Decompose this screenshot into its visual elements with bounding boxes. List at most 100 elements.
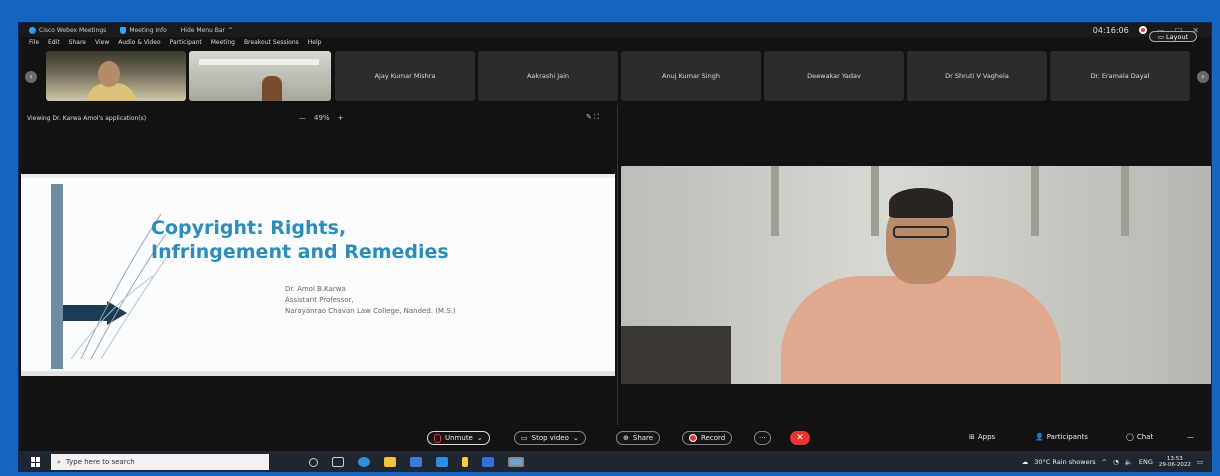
active-speaker-video[interactable] (621, 166, 1211, 384)
view-options: ✎ ⛶ (586, 113, 599, 122)
system-clock[interactable]: 13:53 29-06-2022 (1159, 456, 1191, 468)
unmute-label: Unmute (445, 434, 473, 442)
weather-icon: ☁ (1021, 458, 1029, 466)
chat-label: Chat (1136, 433, 1154, 441)
meeting-info-button[interactable]: Meeting Info (120, 26, 167, 34)
zoom-out-button[interactable]: — (299, 114, 306, 122)
clock-date: 29-06-2022 (1158, 462, 1191, 468)
stop-video-button[interactable]: ▭ Stop video ⌄ (514, 431, 586, 445)
participants-button[interactable]: 👤 Participants (1035, 433, 1088, 441)
annotate-icon[interactable]: ✎ (586, 113, 592, 121)
shield-icon (120, 26, 127, 34)
title-bar: Cisco Webex Meetings Meeting Info Hide M… (19, 23, 1211, 37)
app-title: Cisco Webex Meetings (29, 26, 106, 34)
participant-tile[interactable]: Anuj Kumar Singh (621, 51, 761, 101)
app-icon[interactable] (482, 457, 494, 467)
file-explorer-icon[interactable] (384, 457, 396, 467)
record-button[interactable]: Record (682, 431, 733, 445)
slide-author: Dr. Amol B.Karwa (285, 285, 346, 293)
tray-chevron-up-icon[interactable]: ^ (1102, 458, 1107, 466)
app-icon[interactable] (462, 457, 468, 467)
meeting-controls: Unmute ⌄ ▭ Stop video ⌄ ⊕ Share Record ·… (19, 427, 1211, 449)
language-indicator[interactable]: ENG (1139, 458, 1153, 466)
apps-button[interactable]: ⊞ Apps (969, 433, 995, 441)
layout-button[interactable]: ▭ Layout (1149, 31, 1197, 42)
video-chair (621, 326, 731, 384)
webex-taskbar-icon[interactable] (508, 457, 524, 467)
more-options-button[interactable]: ··· (754, 431, 771, 445)
edge-icon[interactable] (358, 457, 370, 467)
webex-logo-icon (29, 26, 36, 34)
menu-view[interactable]: View (95, 39, 109, 46)
cortana-icon[interactable] (309, 457, 318, 467)
record-icon (689, 434, 697, 442)
participant-tile[interactable]: Aakrashi Jain (478, 51, 618, 101)
zoom-in-button[interactable]: + (338, 114, 344, 122)
person-icon: 👤 (1035, 433, 1044, 441)
video-person (262, 76, 282, 101)
slide-subtitle: Dr. Amol B.Karwa Assistant Professor, Na… (285, 284, 456, 317)
menu-bar: File Edit Share View Audio & Video Parti… (19, 37, 321, 48)
chevron-down-icon[interactable]: ⌄ (573, 434, 579, 442)
slide-status-bar (21, 371, 615, 376)
menu-edit[interactable]: Edit (48, 39, 60, 46)
stop-video-label: Stop video (531, 434, 569, 442)
store-icon[interactable] (410, 457, 422, 467)
speaker-hair (889, 188, 953, 218)
record-label: Record (701, 434, 726, 442)
network-icon[interactable]: ◔ (1113, 458, 1119, 466)
video-camera-icon: ▭ (521, 434, 528, 442)
layout-label: Layout (1166, 32, 1189, 41)
menu-file[interactable]: File (29, 39, 39, 46)
pane-divider[interactable] (617, 105, 618, 425)
overflow-button[interactable]: — (1187, 433, 1194, 441)
chat-button[interactable]: ◯ Chat (1126, 433, 1153, 441)
slide-title-line-2: Infringement and Remedies (151, 241, 449, 263)
notification-icon[interactable]: ▭ (1197, 458, 1203, 466)
unmute-button[interactable]: Unmute ⌄ (427, 431, 490, 445)
layout-icon: ▭ (1157, 32, 1165, 41)
end-meeting-button[interactable]: ✕ (790, 431, 810, 445)
taskbar-search-input[interactable]: ⌕ Type here to search (51, 454, 269, 470)
weather-label[interactable]: 30°C Rain showers (1034, 458, 1095, 466)
participant-video-1[interactable] (46, 51, 186, 101)
strip-next-arrow-icon[interactable]: › (1197, 71, 1209, 83)
fullscreen-icon[interactable]: ⛶ (594, 113, 599, 121)
menu-share[interactable]: Share (69, 39, 86, 46)
menu-audio-video[interactable]: Audio & Video (118, 39, 160, 46)
strip-prev-arrow-icon[interactable]: ‹ (25, 71, 37, 83)
system-tray: ☁ 30°C Rain showers ^ ◔ 🔈 ENG 13:53 29-0… (1022, 456, 1203, 468)
chevron-up-icon: ^ (228, 26, 234, 34)
participant-tile[interactable]: Ajay Kumar Mishra (335, 51, 475, 101)
video-curtain (771, 166, 779, 236)
participant-strip: ‹ Ajay Kumar Mishra Aakrashi Jain Anuj K… (19, 51, 1211, 105)
participants-label: Participants (1046, 433, 1088, 441)
slide-college: Narayanrao Chavan Law College, Nanded. (… (285, 307, 456, 315)
slide-title-line-1: Copyright: Rights, (151, 217, 347, 239)
video-curtain (871, 166, 879, 236)
menu-participant[interactable]: Participant (170, 39, 202, 46)
mail-icon[interactable] (436, 457, 448, 467)
menu-breakout-sessions[interactable]: Breakout Sessions (244, 39, 299, 46)
windows-taskbar: ⌕ Type here to search ☁ 30°C Rain shower… (19, 451, 1211, 471)
apps-label: Apps (977, 433, 996, 441)
share-button[interactable]: ⊕ Share (616, 431, 661, 445)
participant-tile[interactable]: Deewakar Yadav (764, 51, 904, 101)
slide-role: Assistant Professor, (285, 296, 354, 304)
chevron-down-icon[interactable]: ⌄ (477, 434, 483, 442)
participant-tile[interactable]: Dr Shruti V Vaghela (907, 51, 1047, 101)
webex-window: Cisco Webex Meetings Meeting Info Hide M… (18, 22, 1212, 472)
participant-video-2[interactable] (189, 51, 331, 101)
windows-start-icon[interactable] (31, 457, 41, 467)
chat-icon: ◯ (1126, 433, 1134, 441)
video-background-shelf (199, 59, 319, 65)
task-view-icon[interactable] (332, 457, 344, 467)
participant-tile[interactable]: Dr. Eramala Dayal (1050, 51, 1190, 101)
menu-help[interactable]: Help (308, 39, 322, 46)
zoom-control: — 49% + (299, 114, 343, 122)
shared-screen: Copyright: Rights, Infringement and Reme… (21, 174, 615, 376)
menu-meeting[interactable]: Meeting (211, 39, 235, 46)
hide-menu-bar-button[interactable]: Hide Menu Bar ^ (181, 27, 233, 34)
volume-icon[interactable]: 🔈 (1125, 458, 1133, 466)
share-icon: ⊕ (623, 434, 629, 442)
